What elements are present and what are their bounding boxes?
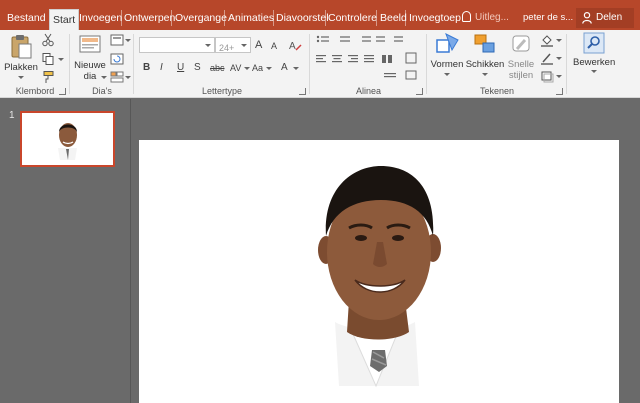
tab-start[interactable]: Start [49, 9, 80, 30]
chevron-down-icon[interactable] [125, 39, 131, 42]
ribbon-tab-bar: Bestand Start Invoegen Ontwerpen Overgan… [0, 0, 640, 30]
arrange-icon [474, 34, 495, 53]
tell-me-label: Uitleg... [475, 12, 509, 23]
tab-invoegen[interactable]: Invoegen [76, 8, 125, 30]
shapes-label: Vormen [430, 59, 464, 70]
italic-button[interactable]: I [160, 61, 163, 75]
chevron-down-icon[interactable] [556, 57, 562, 60]
slide-thumbnail[interactable] [20, 111, 115, 167]
tab-invoegtoepassingen[interactable]: Invoegtoep [406, 8, 464, 30]
chevron-down-icon [205, 44, 211, 47]
new-slide-label: Nieuwe [74, 60, 106, 71]
character-spacing-button[interactable]: AV [230, 61, 241, 75]
editing-button[interactable]: Bewerken [573, 32, 616, 73]
dialog-launcher-icon[interactable] [556, 88, 563, 95]
dialog-launcher-icon[interactable] [299, 88, 306, 95]
share-button[interactable]: Delen [576, 8, 634, 28]
tab-controleren[interactable]: Controlere [325, 8, 380, 30]
dialog-launcher-icon[interactable] [416, 88, 423, 95]
tab-overgangen[interactable]: Overgange [172, 8, 230, 30]
tab-animaties[interactable]: Animaties [225, 8, 277, 30]
svg-text:A: A [289, 41, 296, 52]
chevron-down-icon[interactable] [58, 58, 64, 61]
font-size-combo[interactable]: 24+ [215, 37, 251, 53]
paragraph-controls[interactable] [314, 33, 422, 85]
thumbnail-portrait-image [58, 123, 77, 160]
shape-fill-icon[interactable] [540, 33, 554, 47]
new-slide-button[interactable]: Nieuwe dia [71, 33, 109, 82]
group-slides: Nieuwe dia Dia's [70, 30, 134, 98]
group-drawing: Vormen Schikken Snelle stijlen Tekenen [427, 30, 567, 98]
powerpoint-window: Bestand Start Invoegen Ontwerpen Overgan… [0, 0, 640, 403]
drawing-group-label: Tekenen [479, 86, 515, 96]
chevron-down-icon[interactable] [556, 39, 562, 42]
shapes-button[interactable]: Vormen [429, 32, 465, 76]
chevron-down-icon [482, 73, 488, 76]
underline-button[interactable]: U [177, 61, 184, 75]
shadow-button[interactable]: S [194, 61, 201, 75]
group-clipboard: Plakken Klembord [0, 30, 70, 98]
layout-icon[interactable] [110, 33, 124, 47]
chevron-down-icon[interactable] [556, 75, 562, 78]
bold-button[interactable]: B [143, 61, 150, 75]
tab-diavoorstelling[interactable]: Diavoorstel [273, 8, 332, 30]
dialog-launcher-icon[interactable] [59, 88, 66, 95]
grow-font-button[interactable]: A [255, 38, 262, 52]
arrange-button[interactable]: Schikken [465, 32, 505, 76]
section-icon[interactable] [110, 70, 124, 84]
tab-ontwerpen[interactable]: Ontwerpen [121, 8, 178, 30]
arrange-label: Schikken [465, 59, 505, 70]
clipboard-icon [11, 35, 32, 59]
shape-effects-icon[interactable] [540, 69, 554, 83]
chevron-down-icon [18, 76, 24, 79]
font-name-value [140, 43, 143, 53]
clear-formatting-icon[interactable]: A [288, 38, 302, 52]
group-paragraph: Alinea [310, 30, 427, 98]
quick-styles-label-2: stijlen [508, 70, 534, 81]
person-icon [582, 12, 592, 24]
quick-styles-button[interactable]: Snelle stijlen [503, 32, 539, 81]
font-color-button[interactable]: A [281, 61, 288, 75]
change-case-button[interactable]: Aa [252, 61, 263, 75]
chevron-down-icon [444, 73, 450, 76]
tell-me-box[interactable]: Uitleg... [462, 8, 509, 28]
paste-label: Plakken [4, 62, 38, 73]
shapes-icon [436, 32, 459, 53]
shrink-font-button[interactable]: A [271, 39, 277, 53]
chevron-down-icon[interactable] [266, 67, 272, 70]
quick-styles-icon [512, 35, 530, 52]
user-name[interactable]: peter de s... [523, 8, 575, 28]
shape-outline-icon[interactable] [540, 51, 554, 65]
chevron-down-icon [591, 70, 597, 73]
reset-icon[interactable] [110, 52, 124, 66]
chevron-down-icon[interactable] [125, 76, 131, 79]
slide-canvas[interactable] [139, 140, 619, 403]
chevron-down-icon[interactable] [293, 67, 299, 70]
slides-group-label: Dia's [92, 86, 112, 96]
chevron-down-icon [241, 44, 247, 47]
chevron-down-icon[interactable] [244, 67, 250, 70]
group-font: 24+ A A A B I U S abc AV Aa A Lettertype [134, 30, 310, 98]
chevron-down-icon [101, 76, 107, 79]
cut-icon[interactable] [41, 33, 55, 47]
slide-number: 1 [9, 110, 15, 121]
font-size-value: 24+ [219, 43, 235, 53]
editing-label: Bewerken [573, 57, 616, 68]
quick-styles-label: Snelle [507, 59, 535, 70]
share-label: Delen [596, 12, 623, 23]
ribbon: Plakken Klembord Nieuwe dia Dia's 24+ A … [0, 30, 640, 98]
find-icon [583, 32, 605, 54]
format-painter-icon[interactable] [41, 70, 55, 84]
font-group-label: Lettertype [201, 86, 243, 96]
portrait-image[interactable] [139, 140, 619, 403]
tab-bestand[interactable]: Bestand [4, 8, 49, 30]
font-name-combo[interactable] [139, 37, 215, 53]
new-slide-icon [79, 35, 101, 53]
paragraph-group-label: Alinea [355, 86, 382, 96]
paste-button[interactable]: Plakken [3, 33, 39, 79]
lightbulb-icon [462, 11, 471, 22]
strikethrough-button[interactable]: abc [210, 61, 225, 75]
copy-icon[interactable] [41, 52, 55, 66]
group-editing: Bewerken [567, 30, 640, 98]
